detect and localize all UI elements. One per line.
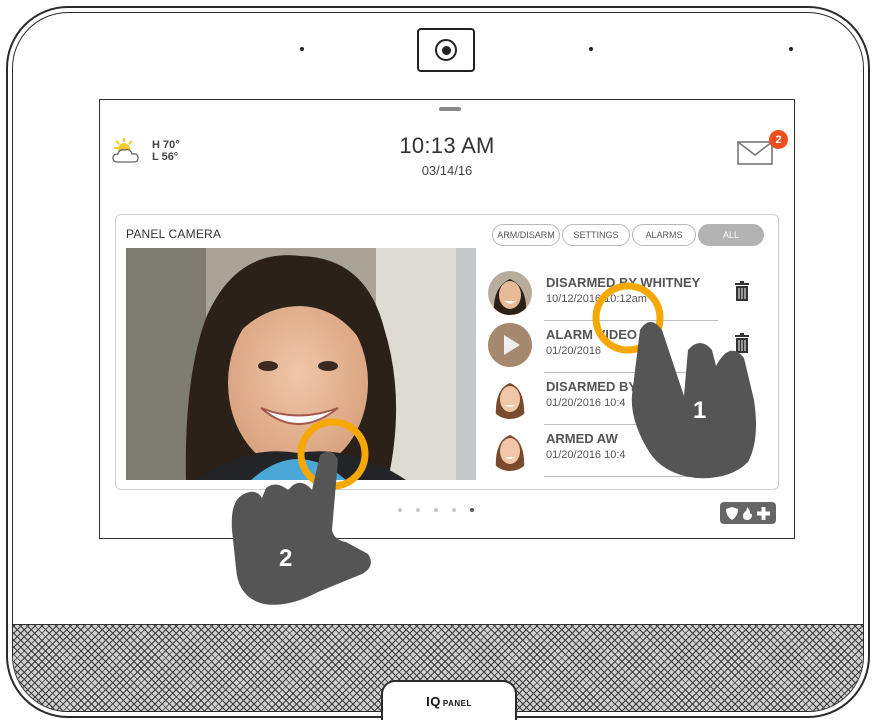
event-title: DISARMED BY <box>546 379 638 394</box>
list-item[interactable]: ALARM VIDEO 01/20/2016 <box>488 321 758 373</box>
messages-button[interactable]: 2 <box>736 130 788 170</box>
face-thumb <box>488 375 532 419</box>
page-dot[interactable] <box>416 508 420 512</box>
filter-all[interactable]: ALL <box>698 224 764 246</box>
page-dot-current[interactable] <box>470 508 474 512</box>
sensor-dot-left <box>300 47 304 51</box>
event-time: 01/20/2016 10:4 <box>546 449 626 461</box>
page-indicator <box>398 508 474 512</box>
clock-time: 10:13 AM <box>399 133 495 158</box>
event-title: ALARM VIDEO <box>546 327 637 342</box>
trash-icon[interactable] <box>734 333 750 353</box>
message-count-badge: 2 <box>769 130 788 149</box>
video-frame-image <box>126 248 476 480</box>
event-list: DISARMED BY WHITNEY 10/12/2016 10:12am A… <box>488 269 758 477</box>
list-item[interactable]: DISARMED BY WHITNEY 10/12/2016 10:12am <box>488 269 758 321</box>
camera-lens-icon <box>417 28 475 72</box>
trash-icon[interactable] <box>734 281 750 301</box>
list-item[interactable]: DISARMED BY 01/20/2016 10:4 <box>488 373 758 425</box>
shield-icon <box>726 506 738 520</box>
camera-video-preview[interactable] <box>126 248 476 480</box>
medical-cross-icon <box>757 506 770 520</box>
brand-tab: IQ PANEL <box>381 680 517 720</box>
card-title: PANEL CAMERA <box>126 227 222 241</box>
pull-down-handle[interactable] <box>439 107 461 111</box>
emergency-button[interactable] <box>720 502 776 524</box>
panel-camera-card: PANEL CAMERA ARM/DISARM SETTINGS ALARMS … <box>115 214 779 490</box>
face-thumb <box>488 271 532 315</box>
page-dot[interactable] <box>452 508 456 512</box>
touch-screen: H 70° L 56° 10:13 AM 03/14/16 2 PANEL CA… <box>99 99 795 539</box>
clock-date: 03/14/16 <box>421 163 473 178</box>
sensor-dot-mid <box>589 47 593 51</box>
event-filter-tabs: ARM/DISARM SETTINGS ALARMS ALL <box>492 224 764 246</box>
filter-alarms[interactable]: ALARMS <box>632 224 696 246</box>
sensor-dot-right <box>789 47 793 51</box>
video-thumb <box>488 323 532 367</box>
fire-icon <box>743 506 752 520</box>
event-title: ARMED AW <box>546 431 618 446</box>
event-time: 01/20/2016 <box>546 345 602 357</box>
list-item[interactable]: ARMED AW 01/20/2016 10:4 <box>488 425 758 477</box>
face-thumb <box>488 427 532 471</box>
page-dot[interactable] <box>434 508 438 512</box>
page-dot[interactable] <box>398 508 402 512</box>
brand-logo: IQ PANEL <box>426 693 472 709</box>
clock: 10:13 AM 03/14/16 <box>100 133 794 178</box>
filter-arm-disarm[interactable]: ARM/DISARM <box>492 224 560 246</box>
filter-settings[interactable]: SETTINGS <box>562 224 630 246</box>
event-time: 10/12/2016 10:12am <box>546 293 647 305</box>
event-time: 01/20/2016 10:4 <box>546 397 626 409</box>
event-title: DISARMED BY WHITNEY <box>546 275 701 290</box>
